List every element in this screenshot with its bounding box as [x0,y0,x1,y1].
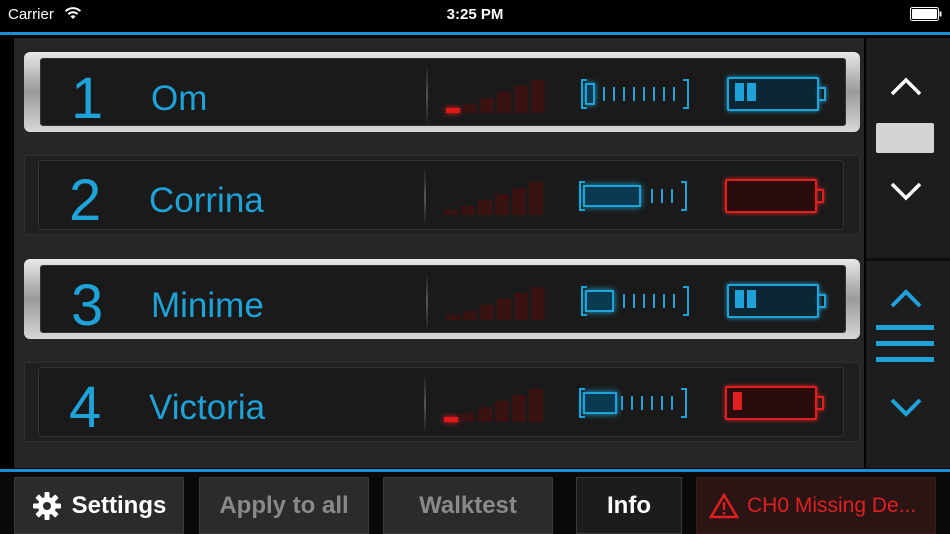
settings-button[interactable]: Settings [14,477,184,534]
row-separator [424,374,426,434]
info-button[interactable]: Info [576,477,682,534]
signal-bar [444,417,458,422]
warning-icon [709,492,739,518]
link-level-gauge [579,181,687,211]
signal-bar [512,188,526,215]
signal-strength-icon [444,177,554,215]
device-row[interactable]: 4 Victoria [24,362,860,442]
device-number: 1 [71,66,104,131]
signal-bar [495,401,509,422]
signal-bar [480,98,494,113]
device-battery-icon [727,284,827,318]
link-level-gauge [581,79,689,109]
link-level-fill [585,83,595,105]
link-level-gauge [579,388,687,418]
signal-bar [461,413,475,422]
signal-bar [478,407,492,422]
settings-label: Settings [71,491,167,519]
list-menu-icon[interactable] [876,325,934,373]
signal-bar [512,395,526,422]
top-divider [0,32,950,35]
signal-bar [478,200,492,215]
chevron-down-icon[interactable] [888,388,924,424]
scroll-thumb[interactable] [876,123,934,153]
signal-bar [446,108,460,113]
chevron-up-icon[interactable] [888,70,924,106]
gear-icon [32,491,61,520]
row-panel: 4 Victoria [38,367,844,440]
device-number: 4 [69,375,102,440]
signal-bar [529,182,543,215]
link-level-fill [583,392,617,414]
chevron-up-icon[interactable] [888,282,924,318]
device-name: Victoria [149,388,266,427]
signal-strength-icon [446,75,556,113]
battery-cell [747,290,756,308]
row-panel: 1 Om [40,58,846,131]
battery-cell [733,392,742,410]
device-name: Corrina [149,181,264,220]
row-separator [426,272,428,332]
row-panel: 2 Corrina [38,160,844,233]
row-separator [426,65,428,125]
battery-cell [735,83,744,101]
battery-cell [735,290,744,308]
apply-to-all-button[interactable]: Apply to all [199,477,369,534]
signal-bar [514,86,528,113]
signal-strength-icon [444,384,554,422]
signal-bar [514,293,528,320]
battery-status-icon [910,7,942,21]
signal-bar [495,194,509,215]
side-control-panel [866,38,950,468]
alert-text: CH0 Missing De... [747,493,917,517]
signal-bar [480,305,494,320]
device-name: Minime [151,286,264,325]
signal-bar [497,92,511,113]
device-row[interactable]: 2 Corrina [24,155,860,235]
alert-banner[interactable]: CH0 Missing De... [696,477,936,534]
walktest-button[interactable]: Walktest [383,477,553,534]
clock: 3:25 PM [446,6,504,23]
device-list: 1 Om 2 Corrina 3 Minime 4 Victoria [14,38,864,468]
status-bar: Carrier 3:25 PM [0,0,950,32]
device-name: Om [151,79,208,118]
device-row[interactable]: 1 Om [24,52,860,132]
device-battery-icon [725,386,825,420]
link-level-fill [583,185,641,207]
signal-bar [463,311,477,320]
signal-bar [531,80,545,113]
signal-bar [446,315,460,320]
link-level-gauge [581,286,689,316]
row-separator [424,167,426,227]
device-battery-icon [727,77,827,111]
device-row[interactable]: 3 Minime [24,259,860,339]
signal-bar [531,287,545,320]
bottom-toolbar: Settings Apply to all Walktest Info CH0 … [0,472,950,534]
signal-bar [463,104,477,113]
signal-bar [497,299,511,320]
panel-divider [866,258,950,261]
device-battery-icon [725,179,825,213]
battery-cell [747,83,756,101]
device-number: 3 [71,273,104,338]
signal-bar [529,389,543,422]
device-number: 2 [69,168,102,233]
chevron-down-icon[interactable] [888,172,924,208]
signal-bar [461,206,475,215]
signal-bar [444,210,458,215]
row-panel: 3 Minime [40,265,846,338]
link-level-fill [585,290,614,312]
signal-strength-icon [446,282,556,320]
